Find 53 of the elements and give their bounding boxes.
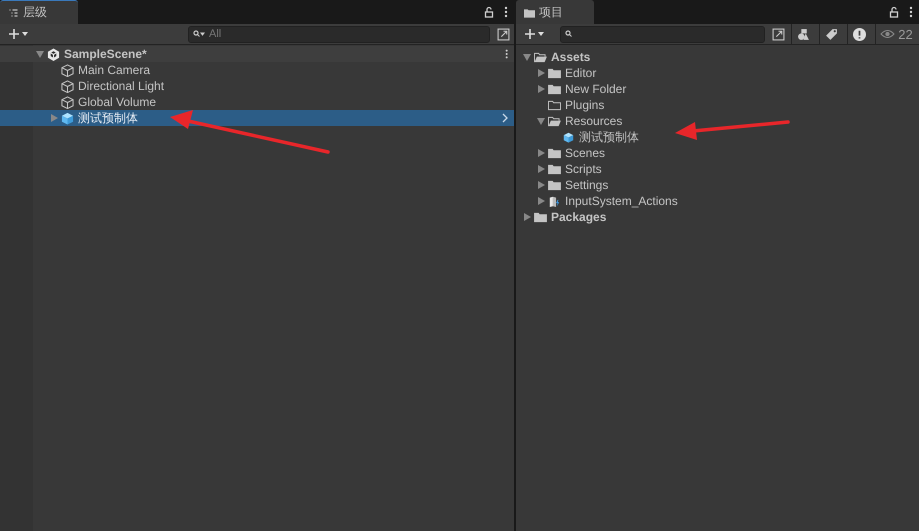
folder-icon [548,148,561,158]
cube-icon [61,64,74,76]
tag-icon [825,28,838,40]
tree-item[interactable]: Assets [520,49,919,65]
hidden-packages-button[interactable]: 22 [875,24,917,44]
folder-icon [548,180,561,190]
tree-item[interactable]: Editor [520,65,919,81]
exclamation-icon [853,28,866,40]
unity-logo-icon [47,48,60,60]
tree-item[interactable]: Plugins [520,97,919,113]
search-field[interactable]: All [188,26,490,42]
tree-item[interactable]: Scenes [520,145,919,161]
tree-item[interactable]: Settings [520,177,919,193]
hierarchy-tab[interactable]: 层级 [0,0,78,24]
plus-icon [524,28,546,40]
eye-icon [880,29,896,39]
project-tab[interactable]: 项目 [516,0,594,24]
input-actions-icon [548,196,561,206]
tree-item[interactable]: 测试预制体 [0,110,514,126]
folder-icon [548,84,561,94]
tree-item[interactable]: SampleScene* [0,46,514,62]
more-icon[interactable] [504,6,508,18]
more-icon[interactable] [909,6,913,18]
folder-icon [524,8,535,18]
lock-icon[interactable] [889,6,899,18]
cube-icon [562,132,575,142]
search-icon [565,30,573,38]
tree-item[interactable]: New Folder [520,81,919,97]
open-folder-icon [548,116,561,126]
tree-item[interactable]: Resources [520,113,919,129]
tree-item[interactable]: InputSystem_Actions [520,193,919,209]
cube-icon [61,80,74,92]
chevron-icon[interactable] [502,113,508,123]
open-folder-icon [534,52,547,62]
list-icon [8,8,19,18]
more-icon[interactable] [504,49,508,59]
plus-icon [8,28,30,40]
folder-icon [548,68,561,78]
tree-item[interactable]: Scripts [520,161,919,177]
search-icon [193,30,205,38]
cube-icon [61,112,74,124]
tree-item[interactable]: 测试预制体 [520,129,919,145]
lock-icon[interactable] [484,6,494,18]
folder-icon [534,212,547,222]
search-field[interactable] [560,26,765,42]
folder-icon [548,164,561,174]
tree-item[interactable]: Directional Light [33,78,514,94]
shapes-icon [797,28,810,40]
tree-item[interactable]: Packages [520,209,919,225]
tree-item[interactable]: Main Camera [33,62,514,78]
cube-icon [61,96,74,108]
folder-icon [548,100,561,110]
tree-item[interactable]: Global Volume [33,94,514,110]
